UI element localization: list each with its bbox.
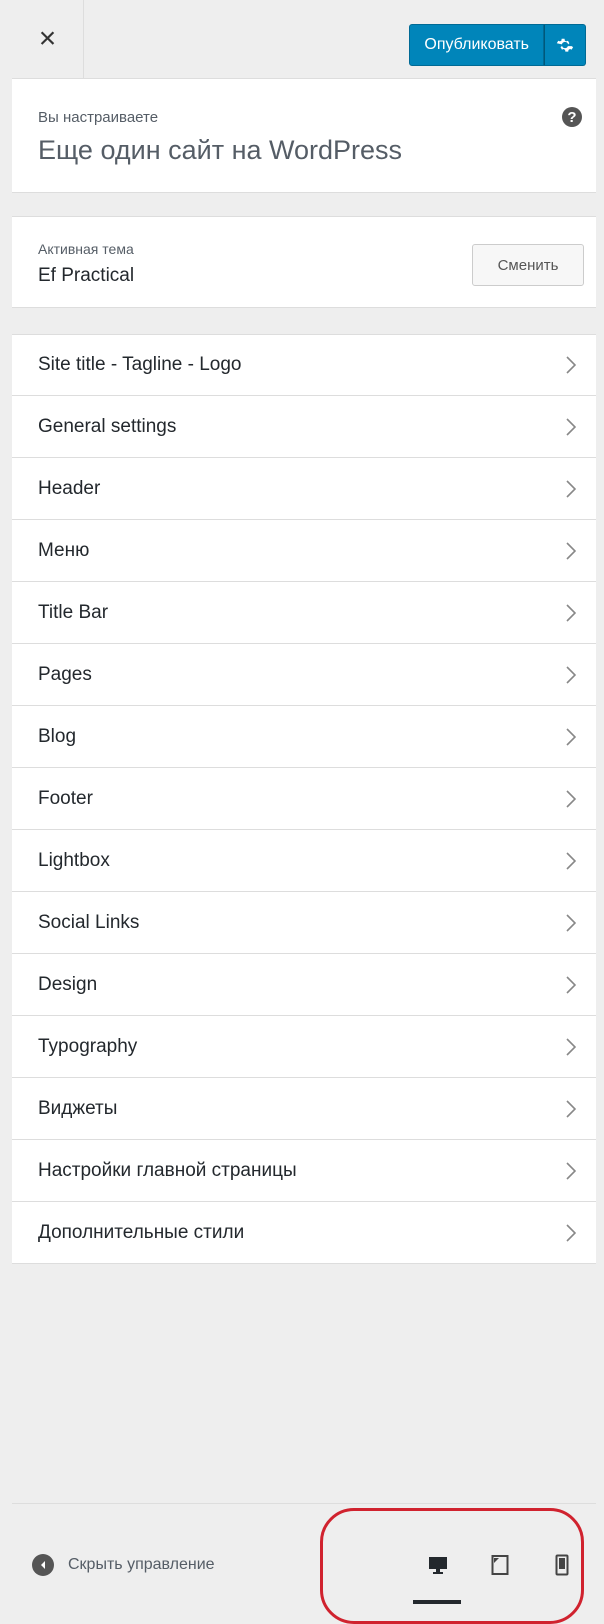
preview-mobile-button[interactable] — [531, 1548, 593, 1582]
customizing-info: Вы настраиваете Еще один сайт на WordPre… — [12, 79, 596, 193]
collapse-label: Скрыть управление — [68, 1556, 215, 1573]
chevron-right-icon — [566, 913, 576, 932]
chevron-right-icon — [566, 541, 576, 560]
menu-item-label: Pages — [38, 663, 92, 685]
menu-item-label: Social Links — [38, 911, 140, 933]
menu-item-label: Header — [38, 477, 101, 499]
menu-item-typography[interactable]: Typography — [12, 1016, 596, 1078]
active-theme-label: Активная тема — [38, 241, 134, 257]
close-icon: × — [38, 22, 57, 55]
menu-item-widgets[interactable]: Виджеты — [12, 1078, 596, 1140]
publish-settings-button[interactable] — [544, 24, 586, 66]
chevron-right-icon — [566, 356, 576, 374]
change-theme-button[interactable]: Сменить — [472, 244, 584, 286]
chevron-right-icon — [566, 1037, 576, 1056]
chevron-right-icon — [566, 479, 576, 498]
menu-item-label: General settings — [38, 415, 177, 437]
customizer-footer: Скрыть управление — [12, 1503, 596, 1624]
menu-item-site-title[interactable]: Site title - Tagline - Logo — [12, 334, 596, 396]
menu-item-label: Lightbox — [38, 849, 110, 871]
chevron-right-icon — [566, 789, 576, 808]
mobile-icon — [555, 1554, 569, 1576]
device-preview-switcher — [407, 1548, 593, 1604]
menu-item-title-bar[interactable]: Title Bar — [12, 582, 596, 644]
menu-item-label: Дополнительные стили — [38, 1221, 245, 1243]
chevron-right-icon — [566, 975, 576, 994]
chevron-right-icon — [566, 727, 576, 746]
gear-icon — [556, 38, 574, 52]
preview-desktop-button[interactable] — [407, 1548, 469, 1604]
collapse-sidebar-button[interactable]: Скрыть управление — [32, 1554, 215, 1576]
site-title: Еще один сайт на WordPress — [38, 135, 403, 165]
chevron-right-icon — [566, 1099, 576, 1118]
menu-item-design[interactable]: Design — [12, 954, 596, 1016]
chevron-right-icon — [566, 851, 576, 870]
menu-item-pages[interactable]: Pages — [12, 644, 596, 706]
menu-item-blog[interactable]: Blog — [12, 706, 596, 768]
chevron-right-icon — [566, 417, 576, 436]
menu-item-label: Footer — [38, 787, 93, 809]
menu-item-general-settings[interactable]: General settings — [12, 396, 596, 458]
menu-item-label: Site title - Tagline - Logo — [38, 354, 242, 375]
menu-item-label: Typography — [38, 1035, 138, 1057]
chevron-right-icon — [566, 1161, 576, 1180]
theme-name: Ef Practical — [38, 265, 135, 286]
help-icon[interactable]: ? — [562, 107, 582, 127]
menu-item-label: Виджеты — [38, 1097, 118, 1119]
customizer-header: × Опубликовать — [12, 0, 596, 79]
menu-item-additional-css[interactable]: Дополнительные стили — [12, 1202, 596, 1264]
menu-item-label: Настройки главной страницы — [38, 1159, 297, 1181]
close-button[interactable]: × — [12, 0, 84, 78]
tablet-icon — [491, 1555, 509, 1575]
menu-item-label: Design — [38, 973, 98, 995]
arrow-left-circle-icon — [32, 1554, 54, 1576]
active-theme-section: Активная тема Ef Practical Сменить — [12, 216, 596, 308]
preview-tablet-button[interactable] — [469, 1548, 531, 1582]
publish-button[interactable]: Опубликовать — [409, 24, 544, 66]
customizer-panel: × Опубликовать Вы настраиваете Еще один … — [12, 0, 596, 1624]
menu-item-footer[interactable]: Footer — [12, 768, 596, 830]
chevron-right-icon — [566, 603, 576, 622]
menu-item-header[interactable]: Header — [12, 458, 596, 520]
menu-item-label: Title Bar — [38, 601, 109, 623]
menu-item-label: Меню — [38, 539, 90, 561]
menu-item-label: Blog — [38, 725, 77, 747]
chevron-right-icon — [566, 1223, 576, 1242]
menu-item-menus[interactable]: Меню — [12, 520, 596, 582]
customizer-menu: Site title - Tagline - Logo General sett… — [12, 334, 596, 1264]
publish-controls: Опубликовать — [409, 24, 586, 66]
menu-item-lightbox[interactable]: Lightbox — [12, 830, 596, 892]
menu-item-social-links[interactable]: Social Links — [12, 892, 596, 954]
customizing-label: Вы настраиваете — [38, 109, 159, 126]
menu-item-homepage-settings[interactable]: Настройки главной страницы — [12, 1140, 596, 1202]
chevron-right-icon — [566, 665, 576, 684]
desktop-icon — [429, 1557, 447, 1574]
